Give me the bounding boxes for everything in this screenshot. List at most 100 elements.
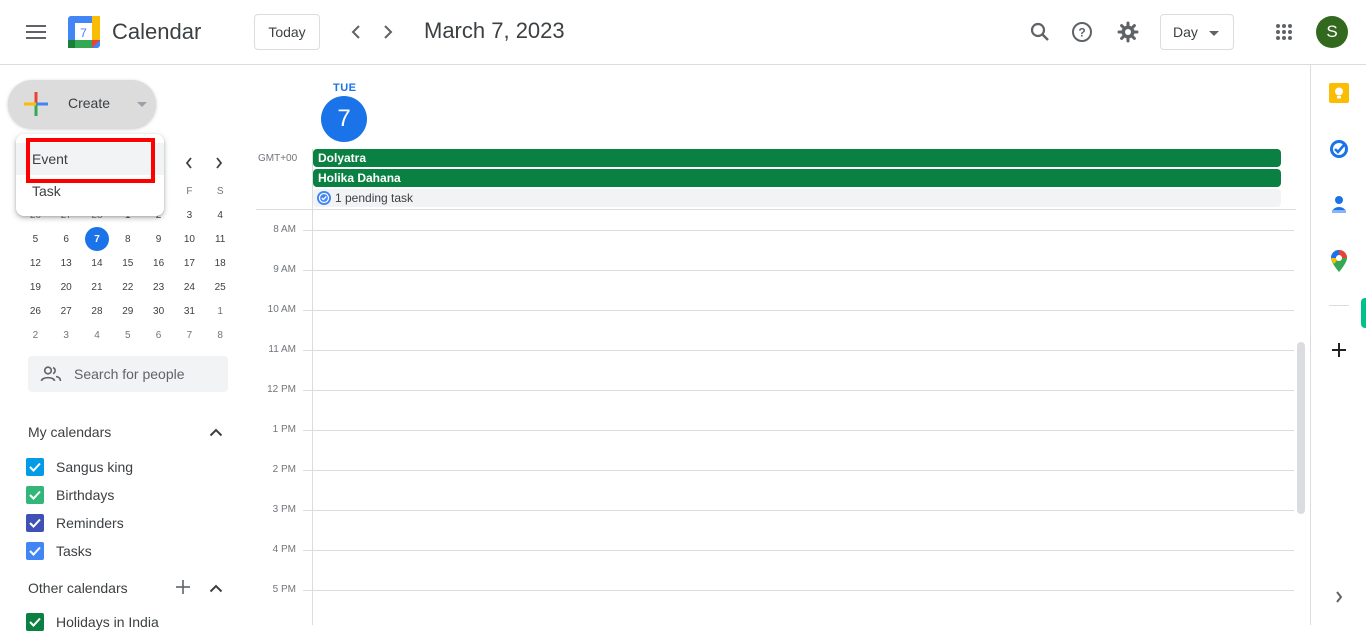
create-task-menu-item[interactable]: Task	[16, 175, 164, 207]
side-panel-tab[interactable]	[1361, 298, 1366, 328]
mini-calendar-next[interactable]	[207, 151, 231, 175]
mini-calendar-day[interactable]: 15	[112, 251, 143, 275]
chevron-right-icon	[216, 157, 223, 169]
all-day-divider	[256, 209, 1296, 210]
day-number[interactable]: 7	[321, 96, 367, 142]
mini-calendar-day[interactable]: 4	[82, 323, 113, 347]
calendar-list-item[interactable]: Tasks	[26, 539, 92, 563]
mini-calendar-day[interactable]: 31	[174, 299, 205, 323]
mini-calendar-day[interactable]: 10	[174, 227, 205, 251]
calendar-checkbox[interactable]	[26, 542, 44, 560]
mini-calendar-day[interactable]: 7	[82, 227, 113, 251]
main-menu-button[interactable]	[16, 16, 56, 48]
mini-calendar-day[interactable]: 21	[82, 275, 113, 299]
mini-calendar-day-label: 14	[91, 257, 103, 269]
calendar-checkbox[interactable]	[26, 613, 44, 631]
mini-calendar-day[interactable]: 5	[112, 323, 143, 347]
calendar-logo[interactable]: 7	[68, 16, 100, 48]
mini-calendar-day[interactable]: 30	[143, 299, 174, 323]
hour-gridline[interactable]	[303, 270, 1294, 271]
settings-button[interactable]	[1112, 16, 1144, 48]
mini-calendar-day[interactable]: 22	[112, 275, 143, 299]
calendar-list-item[interactable]: Birthdays	[26, 483, 114, 507]
mini-calendar-day[interactable]: 28	[82, 299, 113, 323]
create-button[interactable]: Create	[8, 80, 156, 128]
mini-calendar-day[interactable]: 12	[20, 251, 51, 275]
mini-calendar-day[interactable]: 29	[112, 299, 143, 323]
calendar-list-item[interactable]: Sangus king	[26, 455, 133, 479]
chevron-up-icon	[209, 584, 223, 592]
hour-label: 1 PM	[272, 424, 296, 435]
other-calendars-collapse[interactable]	[206, 578, 226, 598]
maps-app-button[interactable]	[1327, 249, 1351, 273]
search-button[interactable]	[1024, 16, 1056, 48]
keep-app-button[interactable]	[1327, 81, 1351, 105]
mini-calendar-day[interactable]: 6	[143, 323, 174, 347]
mini-calendar-day[interactable]: 13	[51, 251, 82, 275]
mini-calendar-day[interactable]: 6	[51, 227, 82, 251]
mini-calendar-day[interactable]: 11	[205, 227, 236, 251]
view-selector[interactable]: Day	[1160, 14, 1234, 50]
mini-calendar-day[interactable]: 19	[20, 275, 51, 299]
my-calendars-collapse[interactable]	[206, 422, 226, 442]
create-event-menu-item[interactable]: Event	[16, 143, 164, 175]
mini-calendar-prev[interactable]	[177, 151, 201, 175]
tasks-app-button[interactable]	[1327, 137, 1351, 161]
calendar-checkbox[interactable]	[26, 486, 44, 504]
mini-calendar-day[interactable]: 14	[82, 251, 113, 275]
hour-gridline[interactable]	[303, 310, 1294, 311]
search-people-input[interactable]: Search for people	[28, 356, 228, 392]
mini-calendar-day[interactable]: 27	[51, 299, 82, 323]
all-day-event[interactable]: Holika Dahana	[313, 169, 1281, 187]
hour-gridline[interactable]	[303, 550, 1294, 551]
next-day-button[interactable]	[374, 18, 402, 46]
mini-calendar-day[interactable]: 3	[51, 323, 82, 347]
vertical-scrollbar[interactable]	[1297, 342, 1305, 514]
mini-calendar-day[interactable]: 3	[174, 203, 205, 227]
mini-calendar-day[interactable]: 4	[205, 203, 236, 227]
mini-calendar-day[interactable]: 18	[205, 251, 236, 275]
mini-calendar-day[interactable]: 9	[143, 227, 174, 251]
contacts-app-button[interactable]	[1327, 193, 1351, 217]
pending-tasks-chip[interactable]: 1 pending task	[313, 189, 1281, 207]
hour-gridline[interactable]	[303, 510, 1294, 511]
mini-calendar-day[interactable]: 8	[112, 227, 143, 251]
google-apps-button[interactable]	[1268, 16, 1300, 48]
hour-gridline[interactable]	[303, 230, 1294, 231]
pending-tasks-label: 1 pending task	[335, 191, 414, 205]
add-other-calendar-button[interactable]	[173, 577, 193, 597]
current-date-title: March 7, 2023	[424, 18, 565, 43]
calendar-checkbox[interactable]	[26, 458, 44, 476]
calendar-name: Sangus king	[56, 459, 134, 475]
mini-calendar-day[interactable]: 8	[205, 323, 236, 347]
mini-calendar-day[interactable]: 16	[143, 251, 174, 275]
hour-gridline[interactable]	[303, 590, 1294, 591]
hour-label: 9 AM	[273, 264, 296, 275]
hour-gridline[interactable]	[303, 390, 1294, 391]
hour-gridline[interactable]	[303, 430, 1294, 431]
get-add-ons-button[interactable]	[1327, 338, 1351, 362]
calendar-list-item[interactable]: Holidays in India	[26, 610, 159, 634]
calendar-name: Reminders	[56, 515, 124, 531]
chevron-right-icon	[384, 25, 393, 39]
calendar-list-item[interactable]: Reminders	[26, 511, 124, 535]
previous-day-button[interactable]	[342, 18, 370, 46]
mini-calendar-day[interactable]: 23	[143, 275, 174, 299]
help-button[interactable]: ?	[1066, 16, 1098, 48]
mini-calendar-day[interactable]: 5	[20, 227, 51, 251]
mini-calendar-day[interactable]: 2	[20, 323, 51, 347]
calendar-checkbox[interactable]	[26, 514, 44, 532]
all-day-event[interactable]: Dolyatra	[313, 149, 1281, 167]
mini-calendar-day[interactable]: 7	[174, 323, 205, 347]
account-avatar[interactable]: S	[1316, 16, 1348, 48]
mini-calendar-day[interactable]: 1	[205, 299, 236, 323]
mini-calendar-day[interactable]: 20	[51, 275, 82, 299]
expand-side-panel-button[interactable]	[1327, 585, 1351, 609]
mini-calendar-day[interactable]: 24	[174, 275, 205, 299]
mini-calendar-day[interactable]: 17	[174, 251, 205, 275]
hour-gridline[interactable]	[303, 470, 1294, 471]
mini-calendar-day[interactable]: 25	[205, 275, 236, 299]
hour-gridline[interactable]	[303, 350, 1294, 351]
mini-calendar-day[interactable]: 26	[20, 299, 51, 323]
today-button[interactable]: Today	[254, 14, 320, 50]
